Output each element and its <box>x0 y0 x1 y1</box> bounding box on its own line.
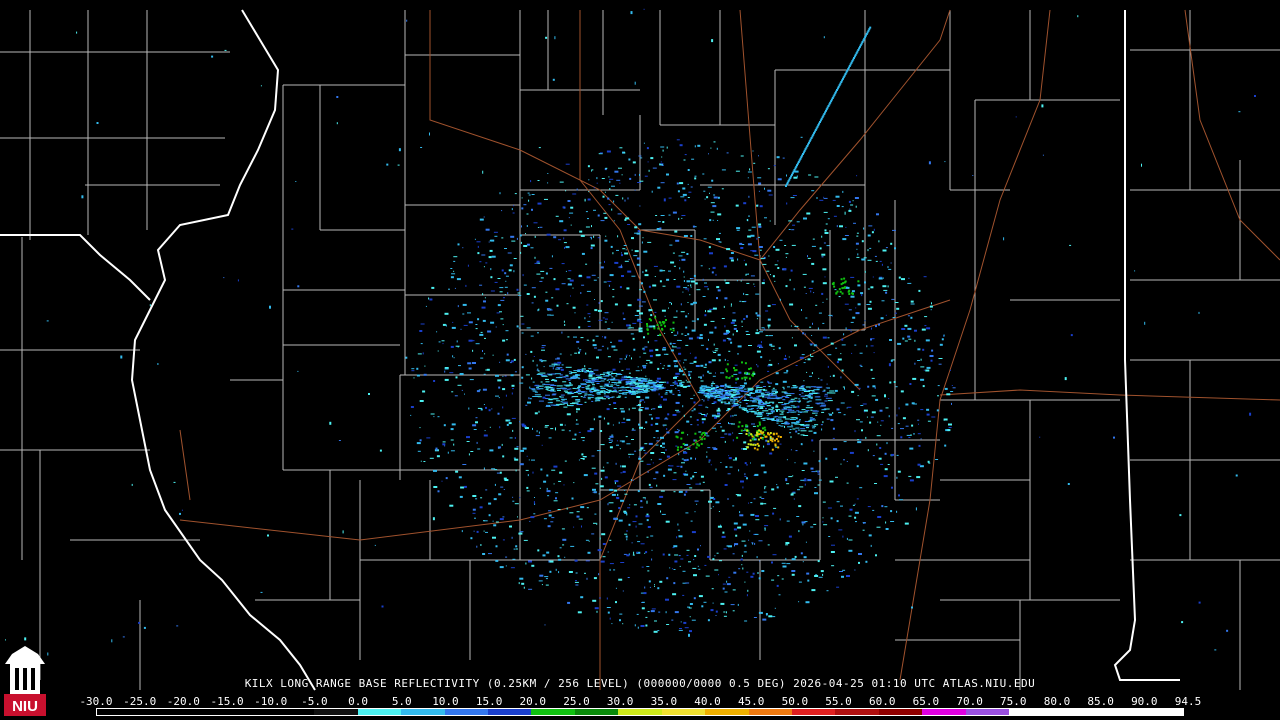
scale-swatch <box>1052 709 1097 715</box>
scale-label: 5.0 <box>391 695 412 708</box>
scale-label: 75.0 <box>1000 695 1027 708</box>
scale-label: -10.0 <box>254 695 288 708</box>
scale-swatch <box>661 709 706 715</box>
product-caption: KILX LONG RANGE BASE REFLECTIVITY (0.25K… <box>244 677 1036 690</box>
reflectivity-color-bar <box>96 708 1184 716</box>
scale-swatch <box>314 709 358 715</box>
scale-label: 25.0 <box>563 695 590 708</box>
scale-label: -30.0 <box>79 695 113 708</box>
scale-label: 40.0 <box>694 695 721 708</box>
scale-swatch <box>1009 709 1053 715</box>
scale-label: 65.0 <box>912 695 940 708</box>
scale-swatch <box>748 709 792 715</box>
scale-swatch <box>705 709 749 715</box>
scale-label: 55.0 <box>825 695 852 708</box>
scale-label: 45.0 <box>737 695 765 708</box>
scale-swatch <box>922 709 966 715</box>
scale-swatch <box>183 709 228 715</box>
scale-label: -5.0 <box>301 695 328 708</box>
scale-label: -20.0 <box>166 695 200 708</box>
scale-swatch <box>1139 709 1183 715</box>
niu-logo: NIU <box>4 646 46 716</box>
radar-map <box>0 0 1280 720</box>
scale-label: 30.0 <box>606 695 634 708</box>
scale-label: 35.0 <box>650 695 678 708</box>
scale-swatch <box>97 709 141 715</box>
scale-label: -25.0 <box>123 695 157 708</box>
scale-swatch <box>965 709 1010 715</box>
scale-swatch <box>1096 709 1140 715</box>
scale-swatch <box>531 709 575 715</box>
niu-logo-text: NIU <box>12 698 38 715</box>
scale-label: 20.0 <box>519 695 547 708</box>
scale-swatch <box>357 709 402 715</box>
scale-label: 85.0 <box>1087 695 1114 708</box>
scale-label: 80.0 <box>1043 695 1071 708</box>
scale-swatch <box>835 709 879 715</box>
scale-swatch <box>618 709 662 715</box>
scale-swatch <box>270 709 315 715</box>
scale-swatch <box>227 709 271 715</box>
scale-label: 15.0 <box>475 695 503 708</box>
scale-label: 94.5 <box>1174 695 1202 708</box>
scale-label: 50.0 <box>781 695 809 708</box>
scale-swatch <box>140 709 184 715</box>
scale-swatch <box>444 709 488 715</box>
scale-swatch <box>487 709 532 715</box>
scale-swatch <box>574 709 619 715</box>
scale-label: 70.0 <box>956 695 983 708</box>
scale-swatch <box>878 709 923 715</box>
scale-label: 10.0 <box>432 695 459 708</box>
reflectivity-scale-labels: -30.0 -25.0 -20.0 -15.0 -10.0 -5.0 0.0 5.0 10.0 1… <box>79 695 1201 708</box>
scale-label: 90.0 <box>1131 695 1158 708</box>
scale-label: 60.0 <box>868 695 896 708</box>
scale-label: 0.0 <box>348 695 369 708</box>
scale-swatch <box>401 709 445 715</box>
scale-swatch <box>792 709 836 715</box>
scale-label: -15.0 <box>210 695 244 708</box>
